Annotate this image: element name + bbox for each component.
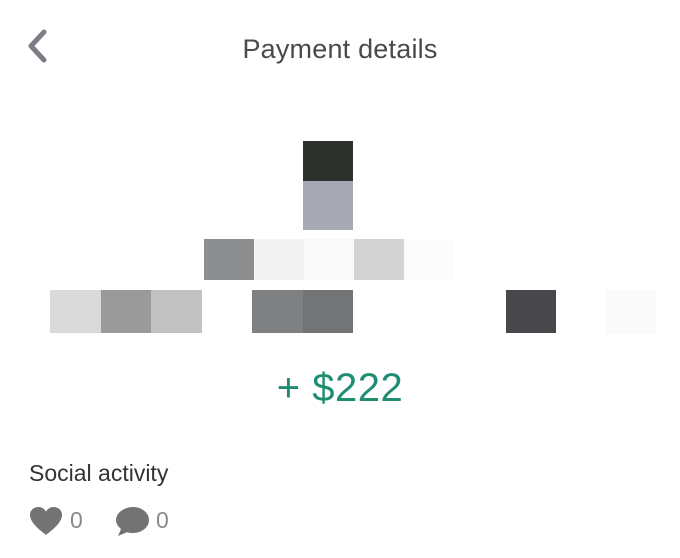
social-activity-label: Social activity [29, 460, 169, 486]
payment-amount: + $222 [276, 366, 404, 410]
redacted-pixel [404, 239, 454, 280]
redacted-pixel [606, 290, 656, 333]
redacted-pixel [303, 290, 353, 333]
heart-icon[interactable] [28, 505, 64, 537]
redacted-pixel [204, 239, 254, 280]
like-count: 0 [70, 507, 83, 533]
page-title: Payment details [242, 34, 438, 64]
redacted-pixel [354, 239, 404, 280]
redacted-pixel [303, 141, 353, 181]
redacted-pixel [506, 290, 556, 333]
redacted-pixel [252, 290, 303, 333]
comment-count: 0 [156, 507, 169, 533]
redacted-pixel [304, 239, 354, 280]
redacted-pixel [50, 290, 101, 333]
redacted-pixel [254, 239, 304, 280]
comment-bubble-icon[interactable] [113, 505, 151, 537]
redacted-pixel [303, 181, 353, 230]
redacted-pixel [101, 290, 151, 333]
redacted-pixel [151, 290, 202, 333]
